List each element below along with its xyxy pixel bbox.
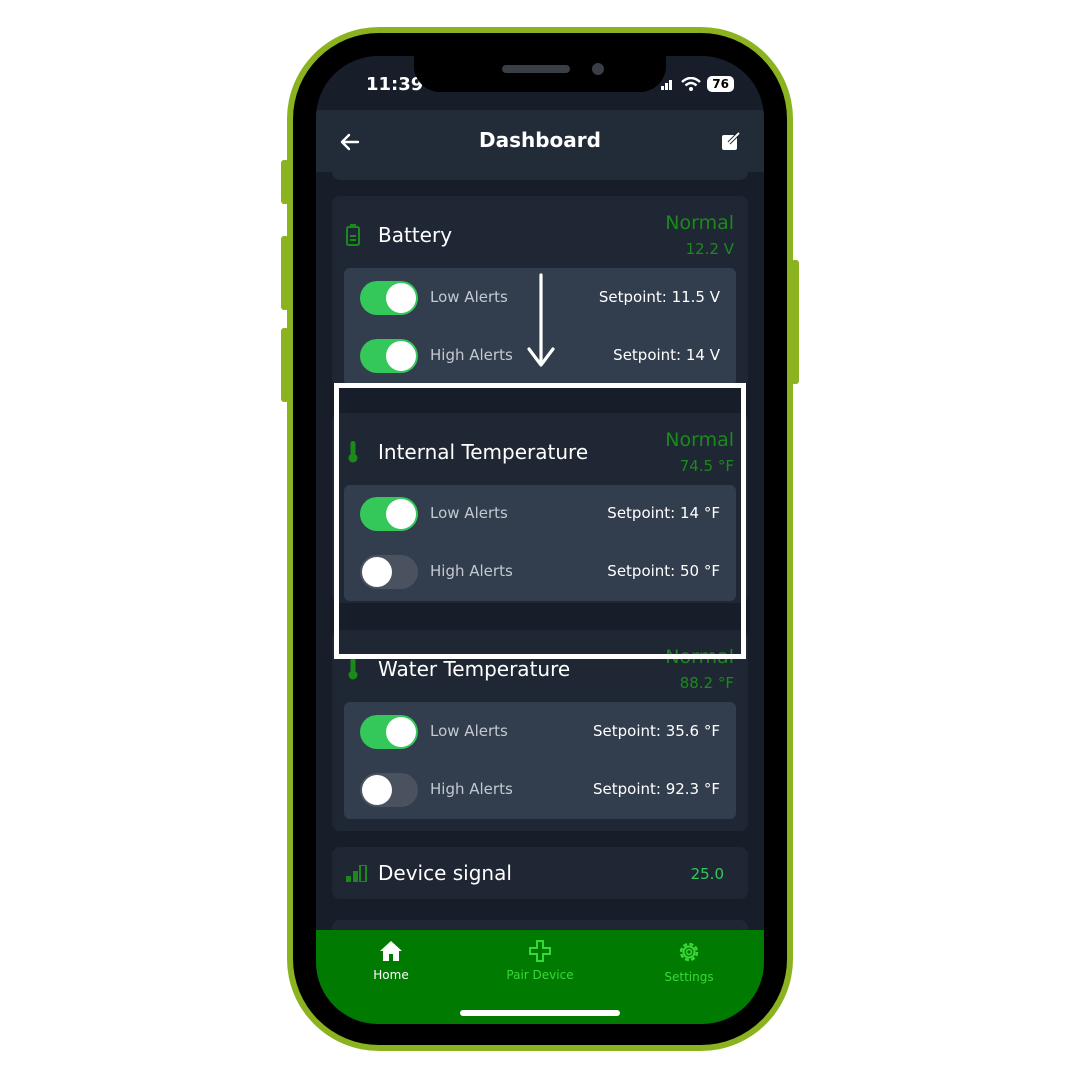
edit-icon[interactable] (720, 130, 742, 152)
high-alert-toggle[interactable] (360, 339, 418, 373)
card-title: Water Temperature (378, 657, 571, 681)
cellular-signal-icon (661, 80, 673, 90)
status-label: Normal (665, 212, 734, 234)
nav-pair-device[interactable]: Pair Device (480, 940, 600, 982)
low-alert-row: Low Alerts Setpoint: 35.6 °F (344, 712, 736, 752)
alert-label: Low Alerts (430, 288, 508, 306)
toggle-knob (386, 341, 416, 371)
nav-label: Home (373, 968, 409, 982)
reading-value: 12.2 V (685, 240, 734, 258)
wifi-icon (681, 77, 702, 91)
notch (414, 56, 666, 92)
nav-label: Settings (664, 970, 714, 984)
toggle-knob (362, 775, 392, 805)
setpoint-value[interactable]: Setpoint: 14 V (613, 346, 720, 364)
setpoint-value[interactable]: Setpoint: 92.3 °F (593, 780, 720, 798)
water-temperature-card: Water Temperature Normal 88.2 °F Low Ale… (332, 630, 748, 831)
signal-bars-icon (346, 865, 367, 882)
previous-card (332, 172, 748, 180)
low-alert-toggle[interactable] (360, 715, 418, 749)
toggle-knob (386, 717, 416, 747)
status-time: 11:39 (366, 74, 424, 95)
speaker (502, 65, 570, 73)
reading-value: 88.2 °F (679, 674, 734, 692)
low-alert-toggle[interactable] (360, 281, 418, 315)
alert-label: High Alerts (430, 780, 513, 798)
card-title: Device signal (378, 861, 512, 885)
thermometer-icon (348, 658, 358, 680)
home-indicator (460, 1010, 620, 1016)
plus-icon (529, 940, 551, 962)
alerts-panel: Low Alerts Setpoint: 35.6 °F High Alerts… (344, 702, 736, 819)
app-header: Dashboard (316, 110, 764, 172)
high-alert-row: High Alerts Setpoint: 92.3 °F (344, 770, 736, 810)
setpoint-value[interactable]: Setpoint: 11.5 V (599, 288, 720, 306)
status-icons: 76 (661, 76, 734, 92)
home-icon (380, 941, 402, 961)
high-alert-toggle[interactable] (360, 773, 418, 807)
device-signal-card: Device signal 25.0 (332, 847, 748, 899)
page-title: Dashboard (479, 128, 601, 152)
highlight-box (334, 383, 746, 659)
toggle-knob (386, 283, 416, 313)
front-camera (592, 63, 604, 75)
battery-level: 76 (707, 76, 734, 92)
down-arrow-annotation (527, 273, 555, 367)
alert-label: Low Alerts (430, 722, 508, 740)
nav-home[interactable]: Home (331, 940, 451, 982)
nav-settings[interactable]: Settings (629, 940, 749, 984)
setpoint-value[interactable]: Setpoint: 35.6 °F (593, 722, 720, 740)
nav-label: Pair Device (506, 968, 574, 982)
gear-icon (679, 942, 699, 962)
battery-icon (346, 224, 360, 246)
signal-value: 25.0 (690, 865, 724, 883)
card-title: Battery (378, 223, 453, 247)
alert-label: High Alerts (430, 346, 513, 364)
